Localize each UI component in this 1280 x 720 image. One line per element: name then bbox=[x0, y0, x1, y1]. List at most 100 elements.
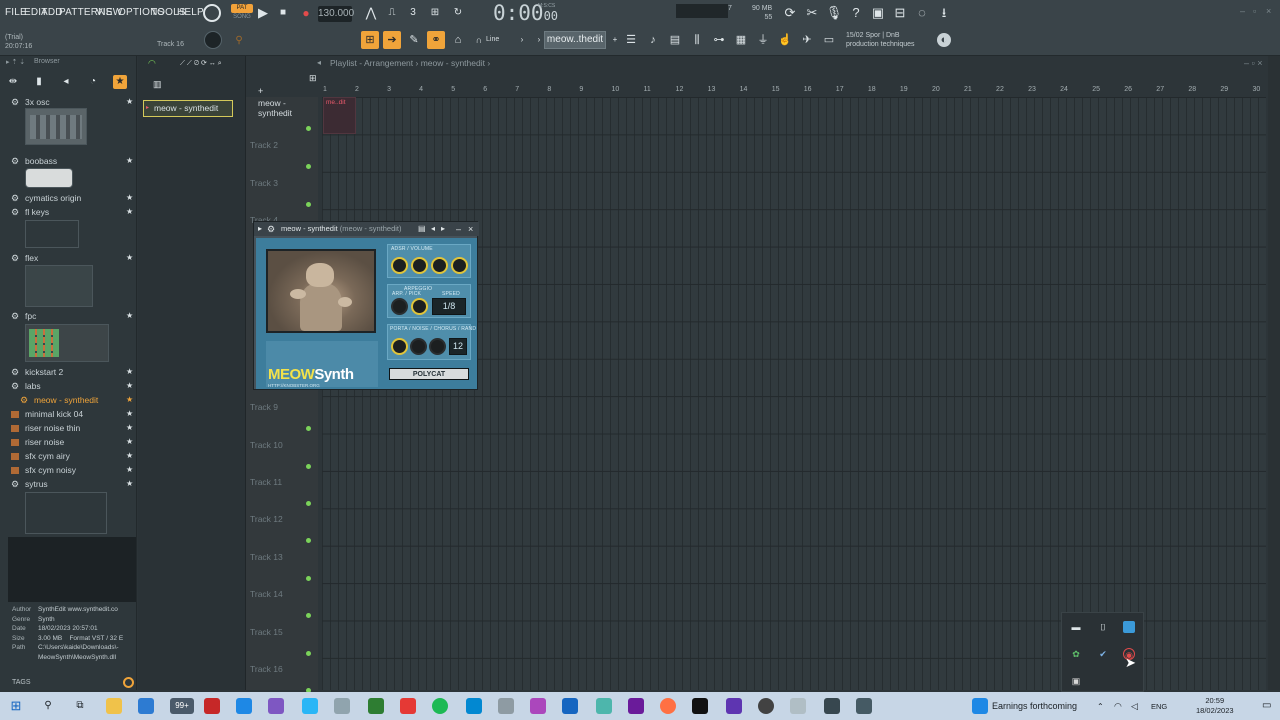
stamp-icon[interactable]: ⌂ bbox=[449, 31, 467, 49]
star-icon[interactable]: ★ bbox=[126, 156, 133, 165]
rand-display[interactable]: 12 bbox=[449, 338, 467, 355]
sustain-knob[interactable] bbox=[431, 257, 448, 274]
snap-to-grid-button[interactable]: ⊞ bbox=[361, 31, 379, 49]
speed-display[interactable]: 1/8 bbox=[432, 298, 466, 315]
file-explorer-icon[interactable] bbox=[106, 698, 122, 714]
browser-item[interactable]: ⚙ kickstart 2 bbox=[11, 367, 63, 378]
browser-item[interactable]: ⚙ labs bbox=[11, 381, 41, 392]
star-icon[interactable]: ★ bbox=[126, 253, 133, 262]
shop-icon[interactable]: ▭ bbox=[820, 31, 838, 49]
render-icon[interactable]: ⊟ bbox=[891, 4, 909, 22]
wrench-icon[interactable]: ✈ bbox=[798, 31, 816, 49]
save-icon[interactable]: ▣ bbox=[869, 4, 887, 22]
track-label[interactable]: Track 14 bbox=[250, 589, 283, 599]
tempo-display[interactable]: 130.000 bbox=[318, 6, 354, 22]
tab-all-icon[interactable]: ⇹ bbox=[6, 75, 20, 89]
chat-icon[interactable]: ◌ bbox=[913, 4, 931, 22]
tab-files-icon[interactable]: ▮ bbox=[32, 75, 46, 89]
browser-item[interactable]: riser noise thin bbox=[11, 423, 80, 433]
star-icon[interactable]: ★ bbox=[126, 97, 133, 106]
next-preset-icon[interactable]: ▸ bbox=[441, 222, 445, 236]
star-icon[interactable]: ★ bbox=[126, 437, 133, 446]
track-label[interactable]: Track 16 bbox=[250, 664, 283, 674]
tab-plugins-icon[interactable]: ◂ bbox=[59, 75, 73, 89]
play-icon[interactable]: ▶ bbox=[254, 4, 272, 22]
add-track-icon[interactable]: + bbox=[258, 86, 263, 96]
metronome-icon[interactable]: ⋀ bbox=[362, 4, 380, 22]
browser-item[interactable]: ⚙ boobass bbox=[11, 156, 57, 167]
pick-knob[interactable] bbox=[411, 298, 428, 315]
touch-icon[interactable]: ☝ bbox=[776, 31, 794, 49]
picker-pattern-item[interactable]: meow - synthedit bbox=[143, 100, 233, 117]
channel-rack-icon[interactable]: ▤ bbox=[666, 31, 684, 49]
photos-icon[interactable] bbox=[236, 698, 252, 714]
app-icon[interactable] bbox=[302, 698, 318, 714]
undo-history-icon[interactable]: ⟳ bbox=[781, 4, 799, 22]
tray-app-icon[interactable] bbox=[1123, 621, 1135, 633]
app-icon[interactable] bbox=[856, 698, 872, 714]
pitch-knob-icon[interactable] bbox=[203, 4, 221, 22]
cut-icon[interactable]: ✂ bbox=[803, 4, 821, 22]
weather-text[interactable]: Earnings forthcoming bbox=[992, 701, 1077, 711]
star-icon[interactable]: ★ bbox=[126, 367, 133, 376]
close-icon[interactable]: × bbox=[1266, 6, 1271, 16]
star-icon[interactable]: ★ bbox=[126, 465, 133, 474]
app-icon[interactable] bbox=[334, 698, 350, 714]
star-icon[interactable]: ★ bbox=[126, 207, 133, 216]
plugin-icon[interactable]: ⏚ bbox=[754, 31, 772, 49]
tray-app-icon[interactable]: ✿ bbox=[1070, 648, 1082, 660]
spotify-icon[interactable] bbox=[432, 698, 448, 714]
plugin-titlebar[interactable]: ▸ ⚙ meow - synthedit (meow - synthedit) … bbox=[254, 222, 479, 236]
stop-icon[interactable]: ■ bbox=[274, 4, 292, 22]
browser-icon[interactable]: ⊶ bbox=[710, 31, 728, 49]
app-icon[interactable] bbox=[466, 698, 482, 714]
pencil-icon[interactable]: ✎ bbox=[405, 31, 423, 49]
maximize-icon[interactable]: ▫ bbox=[1253, 6, 1256, 16]
track-enable-dot[interactable] bbox=[306, 126, 311, 131]
network-icon[interactable]: ◠ bbox=[1114, 701, 1122, 712]
app-icon[interactable] bbox=[726, 698, 742, 714]
download-icon[interactable]: ⭳ bbox=[935, 4, 953, 22]
news-panel[interactable]: 15/02 Spor | DnB production techniques bbox=[846, 31, 915, 49]
star-icon[interactable]: ★ bbox=[126, 381, 133, 390]
polycat-button[interactable]: POLYCAT bbox=[389, 368, 469, 380]
browser-item[interactable]: ⚙ 3x osc bbox=[11, 97, 50, 108]
pat-song-toggle[interactable]: PAT SONG bbox=[231, 4, 253, 22]
mail-badge-icon[interactable]: 99+ bbox=[170, 698, 194, 714]
search-icon[interactable] bbox=[123, 677, 134, 688]
track-enable-dot[interactable] bbox=[306, 463, 311, 469]
master-volume-knob[interactable] bbox=[204, 31, 222, 49]
store-icon[interactable] bbox=[138, 698, 154, 714]
notifications-icon[interactable]: ▭ bbox=[1262, 700, 1271, 711]
star-icon[interactable]: ★ bbox=[126, 193, 133, 202]
close-icon[interactable]: × bbox=[468, 222, 473, 236]
tray-app-icon[interactable]: ▣ bbox=[1070, 675, 1082, 687]
browser-item[interactable]: riser noise bbox=[11, 437, 64, 447]
star-icon[interactable]: ★ bbox=[126, 423, 133, 432]
track-label[interactable]: Track 3 bbox=[250, 178, 278, 188]
browser-item[interactable]: sfx cym airy bbox=[11, 451, 70, 461]
browser-item[interactable]: ⚙ sytrus bbox=[11, 479, 48, 490]
attack-knob[interactable] bbox=[391, 257, 408, 274]
volume-knob[interactable] bbox=[451, 257, 468, 274]
track-label[interactable]: Track 2 bbox=[250, 140, 278, 150]
app-icon[interactable] bbox=[204, 698, 220, 714]
porta-knob[interactable] bbox=[391, 338, 408, 355]
globe-icon[interactable]: ◐ bbox=[937, 33, 951, 47]
snap-mode-select[interactable]: Line bbox=[486, 36, 499, 43]
track-label[interactable]: Track 9 bbox=[250, 402, 278, 412]
star-icon[interactable]: ★ bbox=[126, 451, 133, 460]
step-edit-icon[interactable]: ⊞ bbox=[426, 4, 444, 22]
track-label[interactable]: Track 12 bbox=[250, 514, 283, 524]
arp-knob[interactable] bbox=[391, 298, 408, 315]
minimize-icon[interactable]: – bbox=[456, 222, 461, 236]
piano-roll-icon[interactable]: ♪ bbox=[644, 31, 662, 49]
arrow-button[interactable]: ➔ bbox=[383, 31, 401, 49]
presets-icon[interactable]: ▤ bbox=[418, 222, 426, 236]
minimize-icon[interactable]: – bbox=[1240, 6, 1245, 16]
app-icon[interactable] bbox=[824, 698, 840, 714]
app-icon[interactable] bbox=[498, 698, 514, 714]
app-icon[interactable] bbox=[268, 698, 284, 714]
picker-tools-icon[interactable]: ⟋ ⟋ ⊘ ⟳ ↔ ⌕ bbox=[180, 59, 222, 68]
task-view-icon[interactable]: ⧉ bbox=[72, 698, 88, 714]
